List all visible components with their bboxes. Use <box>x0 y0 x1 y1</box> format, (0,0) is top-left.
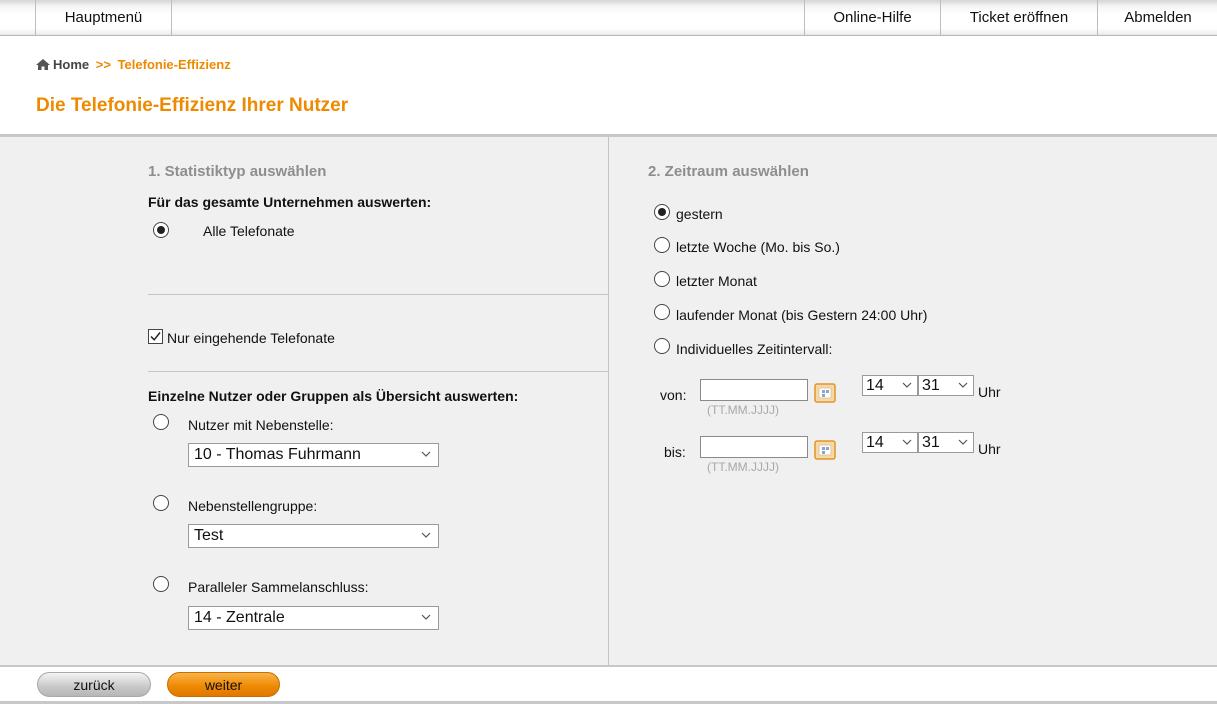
parallel-hunt-value: 14 - Zentrale <box>194 609 285 626</box>
section1-divider-b <box>148 371 608 372</box>
nav-logout[interactable]: Abmelden <box>1097 0 1217 35</box>
period-yesterday-label: gestern <box>676 206 723 222</box>
chevron-down-icon <box>421 614 431 620</box>
chevron-down-icon <box>958 439 968 445</box>
to-date-input[interactable] <box>700 436 808 458</box>
page-title: Die Telefonie-Effizienz Ihrer Nutzer <box>36 95 349 116</box>
breadcrumb-home[interactable]: Home <box>53 57 89 72</box>
incoming-only-checkbox[interactable] <box>148 329 163 344</box>
to-hour-select[interactable]: 14 <box>862 432 918 453</box>
to-minute-select[interactable]: 31 <box>918 432 974 453</box>
period-last-week-label: letzte Woche (Mo. bis So.) <box>676 239 840 255</box>
period-current-month-label: laufender Monat (bis Gestern 24:00 Uhr) <box>676 307 928 323</box>
from-calendar-icon[interactable] <box>814 383 836 403</box>
back-button[interactable]: zurück <box>37 672 151 697</box>
from-hour-value: 14 <box>866 377 884 394</box>
period-last-month-radio[interactable] <box>654 271 670 287</box>
top-navigation: Hauptmenü Online-Hilfe Ticket eröffnen A… <box>0 0 1217 36</box>
period-yesterday-radio[interactable] <box>654 204 670 220</box>
extension-group-radio[interactable] <box>153 495 169 511</box>
incoming-only-label: Nur eingehende Telefonate <box>167 330 335 346</box>
from-time-unit: Uhr <box>978 384 1001 400</box>
breadcrumb: Home >> Telefonie-Effizienz <box>36 57 231 72</box>
nav-open-ticket[interactable]: Ticket eröffnen <box>940 0 1098 35</box>
from-hour-select[interactable]: 14 <box>862 375 918 396</box>
chevron-down-icon <box>421 451 431 457</box>
period-last-week-radio[interactable] <box>654 237 670 253</box>
to-hour-value: 14 <box>866 434 884 451</box>
section1-divider-a <box>148 294 608 295</box>
extension-group-label: Nebenstellengruppe: <box>188 498 318 514</box>
breadcrumb-current: Telefonie-Effizienz <box>117 57 231 72</box>
extension-group-select[interactable]: Test <box>188 524 439 548</box>
period-custom-label: Individuelles Zeitintervall: <box>676 341 833 357</box>
period-custom-radio[interactable] <box>654 338 670 354</box>
extension-group-value: Test <box>194 527 224 544</box>
nav-online-help[interactable]: Online-Hilfe <box>804 0 941 35</box>
company-evaluate-label: Für das gesamte Unternehmen auswerten: <box>148 194 432 210</box>
to-calendar-icon[interactable] <box>814 440 836 460</box>
parallel-hunt-select[interactable]: 14 - Zentrale <box>188 606 439 630</box>
period-last-month-label: letzter Monat <box>676 273 757 289</box>
from-date-hint: (TT.MM.JJJJ) <box>707 403 779 417</box>
section1-title: 1. Statistiktyp auswählen <box>148 163 327 180</box>
user-extension-label: Nutzer mit Nebenstelle: <box>188 417 334 433</box>
chevron-down-icon <box>421 532 431 538</box>
nav-main-menu[interactable]: Hauptmenü <box>35 0 172 35</box>
user-extension-value: 10 - Thomas Fuhrmann <box>194 446 361 463</box>
user-extension-radio[interactable] <box>153 414 169 430</box>
to-time-unit: Uhr <box>978 441 1001 457</box>
from-minute-select[interactable]: 31 <box>918 375 974 396</box>
parallel-hunt-radio[interactable] <box>153 576 169 592</box>
period-current-month-radio[interactable] <box>654 304 670 320</box>
all-calls-label: Alle Telefonate <box>203 223 295 239</box>
footer-divider <box>0 665 1217 667</box>
to-minute-value: 31 <box>922 434 940 451</box>
to-date-hint: (TT.MM.JJJJ) <box>707 460 779 474</box>
next-button[interactable]: weiter <box>167 672 280 697</box>
home-icon <box>36 58 50 70</box>
column-divider <box>608 137 609 666</box>
parallel-hunt-label: Paralleler Sammelanschluss: <box>188 579 369 595</box>
chevron-down-icon <box>902 439 912 445</box>
from-date-input[interactable] <box>700 379 808 401</box>
to-label: bis: <box>664 444 686 460</box>
chevron-down-icon <box>902 382 912 388</box>
from-label: von: <box>660 387 687 403</box>
from-minute-value: 31 <box>922 377 940 394</box>
content-panel: 1. Statistiktyp auswählen Für das gesamt… <box>0 137 1217 666</box>
chevron-down-icon <box>958 382 968 388</box>
section2-title: 2. Zeitraum auswählen <box>648 163 809 180</box>
individual-evaluate-label: Einzelne Nutzer oder Gruppen als Übersic… <box>148 388 519 404</box>
user-extension-select[interactable]: 10 - Thomas Fuhrmann <box>188 443 439 467</box>
all-calls-radio[interactable] <box>153 222 169 238</box>
breadcrumb-separator: >> <box>95 57 111 72</box>
